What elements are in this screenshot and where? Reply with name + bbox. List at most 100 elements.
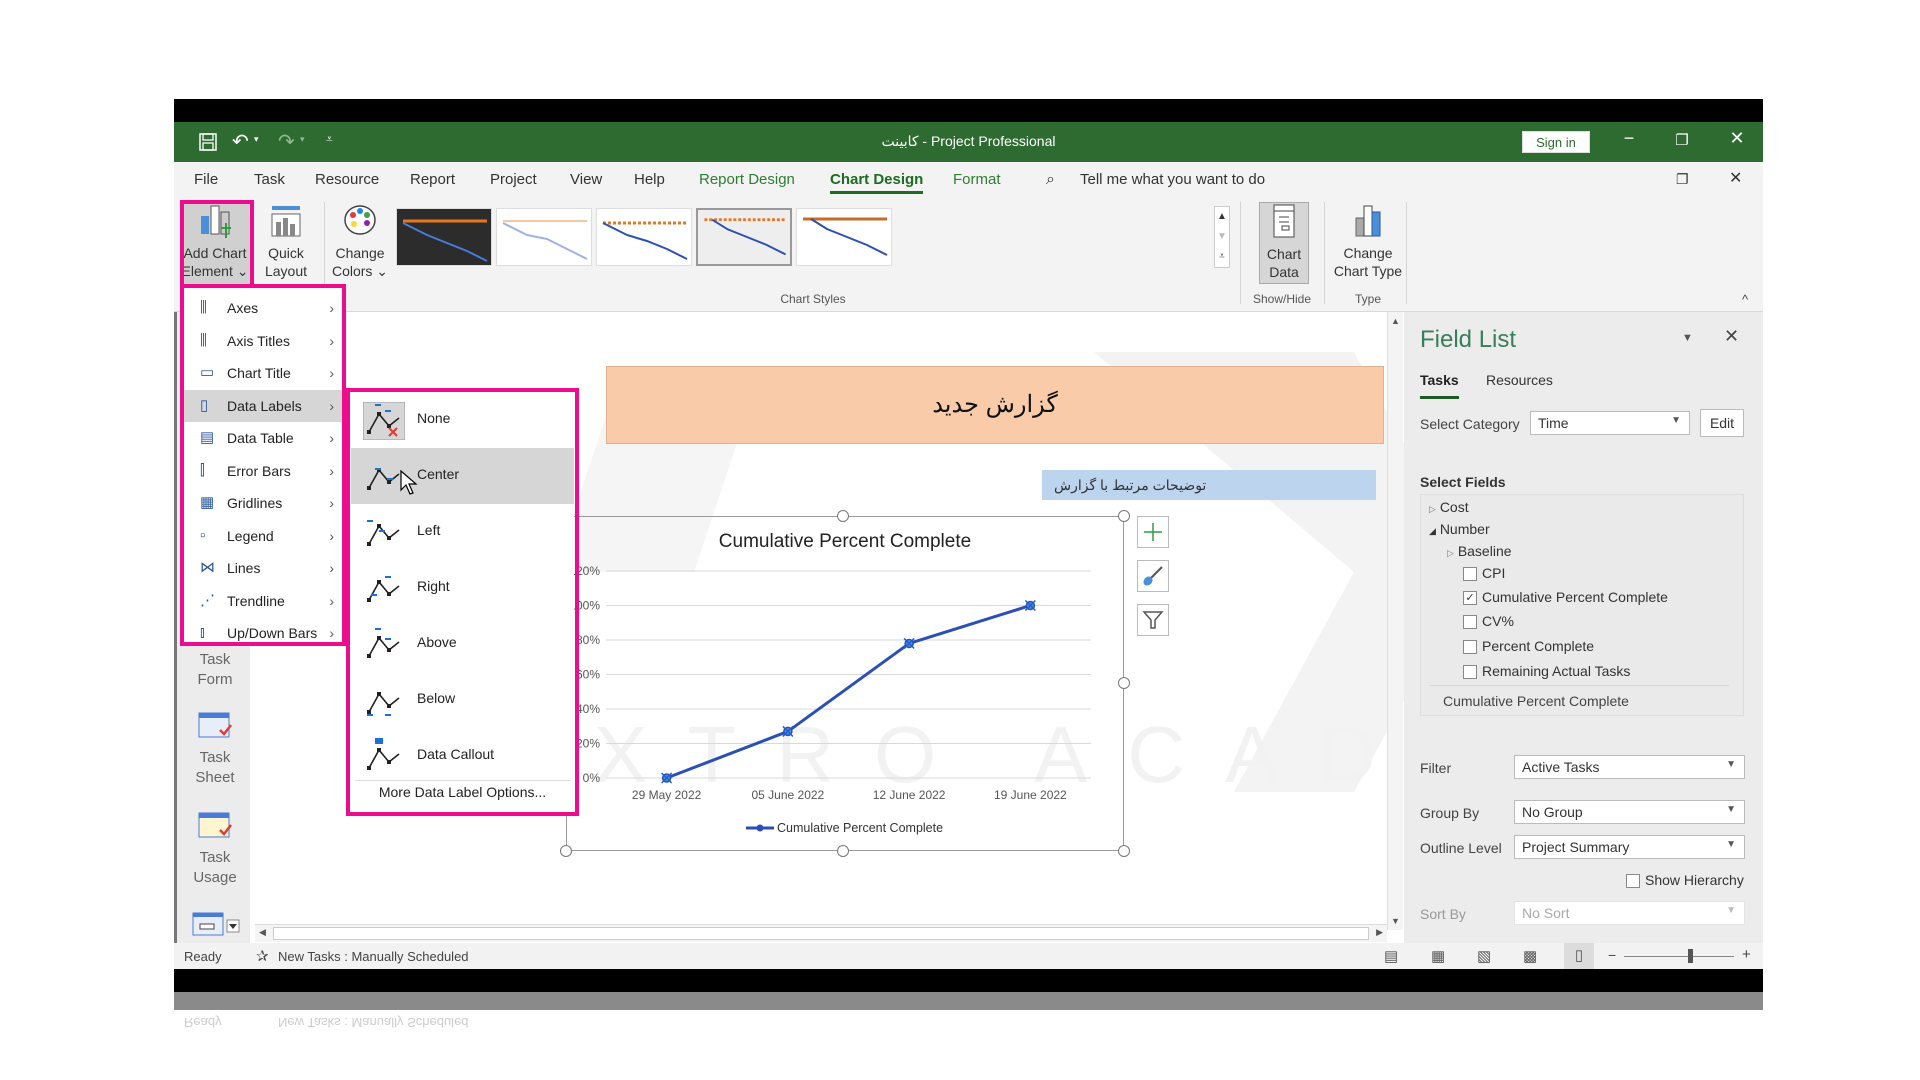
menu-item-lines[interactable]: ⋈ Lines › xyxy=(184,552,344,584)
field-checkbox-cv[interactable]: CV% xyxy=(1463,613,1514,630)
data-point[interactable] xyxy=(782,725,794,737)
tree-item-cost[interactable]: ▷ Cost xyxy=(1429,499,1469,515)
menu-item-gridlines[interactable]: ▦ Gridlines › xyxy=(184,487,344,519)
more-data-label-options[interactable]: More Data Label Options... xyxy=(351,784,574,800)
field-checkbox-percent-complete[interactable]: Percent Complete xyxy=(1463,638,1594,655)
checkbox[interactable] xyxy=(1463,567,1477,582)
tab-tasks[interactable]: Tasks xyxy=(1420,372,1459,399)
tab-report[interactable]: Report xyxy=(410,171,455,188)
tab-project[interactable]: Project xyxy=(490,171,537,188)
select-category-dropdown[interactable]: Time ▼ xyxy=(1530,411,1690,435)
tree-item-baseline[interactable]: ▷ Baseline xyxy=(1447,543,1512,559)
chart-style-3[interactable] xyxy=(596,208,692,266)
data-labels-option-above[interactable]: Above xyxy=(351,616,574,672)
data-labels-option-center[interactable]: Center xyxy=(351,448,574,504)
chart-title[interactable]: Cumulative Percent Complete xyxy=(719,531,971,552)
nav-more-views[interactable] xyxy=(177,910,253,946)
menu-item-data-table[interactable]: ▤ Data Table › xyxy=(184,422,344,454)
nav-task-usage[interactable]: Task Usage xyxy=(177,810,253,888)
data-point[interactable] xyxy=(661,772,673,784)
tab-format[interactable]: Format xyxy=(953,171,1001,188)
tree-item-number[interactable]: ◢ Number xyxy=(1429,521,1490,537)
menu-item-chart-title[interactable]: ▭ Chart Title › xyxy=(184,357,344,389)
chart-style-4-selected[interactable] xyxy=(696,208,792,266)
menu-item-trendline[interactable]: ⋰ Trendline › xyxy=(184,585,344,617)
horizontal-scrollbar[interactable]: ◀ ▶ xyxy=(255,924,1387,942)
legend-label[interactable]: Cumulative Percent Complete xyxy=(777,821,943,835)
data-labels-option-right[interactable]: Right xyxy=(351,560,574,616)
checkbox[interactable] xyxy=(1463,615,1477,630)
data-labels-option-none[interactable]: None xyxy=(351,392,574,448)
scroll-up-icon[interactable]: ▲ xyxy=(1388,316,1403,326)
report-title-banner[interactable]: گزارش جدید xyxy=(606,366,1384,444)
chart-styles-button[interactable] xyxy=(1137,560,1169,592)
chart-style-1[interactable] xyxy=(396,208,492,266)
minimize-button[interactable]: − xyxy=(1614,128,1644,149)
vertical-scrollbar[interactable]: ▲ ▼ xyxy=(1387,312,1403,930)
close-pane-button[interactable]: ✕ xyxy=(1724,326,1739,347)
checkbox[interactable] xyxy=(1463,665,1477,680)
zoom-out-button[interactable]: − xyxy=(1608,947,1616,963)
view-task-usage-icon[interactable]: ▦ xyxy=(1431,947,1445,965)
collapse-ribbon-icon[interactable]: ^ xyxy=(1742,292,1748,307)
gallery-more-icon[interactable]: ⩡ xyxy=(1215,247,1229,267)
field-checkbox-cumulative-percent-complete[interactable]: ✓ Cumulative Percent Complete xyxy=(1463,589,1668,606)
chart-style-2[interactable] xyxy=(496,208,592,266)
zoom-in-button[interactable]: + xyxy=(1742,946,1751,963)
checkbox[interactable] xyxy=(1463,640,1477,655)
tab-file[interactable]: File xyxy=(194,171,218,188)
close-button[interactable]: ✕ xyxy=(1722,128,1752,149)
tab-report-design[interactable]: Report Design xyxy=(699,171,795,188)
menu-item-data-labels[interactable]: ▯ Data Labels › xyxy=(184,389,344,422)
data-labels-option-left[interactable]: Left xyxy=(351,504,574,560)
nav-task-sheet[interactable]: Task Sheet xyxy=(177,710,253,788)
scroll-down-icon[interactable]: ▼ xyxy=(1388,916,1403,926)
chart-data-button[interactable]: Chart Data xyxy=(1259,202,1309,284)
tab-task[interactable]: Task xyxy=(254,171,285,188)
menu-item-axes[interactable]: ⫼ Axes › xyxy=(184,292,344,324)
gallery-scroll[interactable]: ▲ ▼ ⩡ xyxy=(1214,206,1230,268)
edit-button[interactable]: Edit xyxy=(1700,409,1744,437)
data-point[interactable] xyxy=(1024,599,1036,612)
data-point[interactable] xyxy=(903,637,915,649)
zoom-slider-track[interactable] xyxy=(1624,956,1734,957)
quick-layout-button[interactable]: Quick Layout ⌄ xyxy=(258,202,314,297)
chart-elements-button[interactable] xyxy=(1137,516,1169,548)
data-labels-option-below[interactable]: Below xyxy=(351,672,574,728)
tab-view[interactable]: View xyxy=(570,171,602,188)
field-checkbox-cpi[interactable]: CPI xyxy=(1463,565,1505,582)
ribbon-display-options-icon[interactable]: ❐ xyxy=(1676,171,1689,188)
report-subtitle[interactable]: توضیحات مرتبط با گزارش xyxy=(1042,470,1376,500)
field-checkbox-remaining-actual-tasks[interactable]: Remaining Actual Tasks xyxy=(1463,663,1630,680)
change-colors-button[interactable]: Change Colors ⌄ xyxy=(330,202,390,288)
scroll-left-icon[interactable]: ◀ xyxy=(259,927,266,938)
checkbox[interactable] xyxy=(1626,874,1640,889)
pane-options-icon[interactable]: ▼ xyxy=(1682,332,1693,344)
menu-item-legend[interactable]: ▫ Legend › xyxy=(184,520,344,552)
series-line[interactable] xyxy=(666,604,1031,780)
view-report-icon[interactable]: ▯ xyxy=(1564,943,1594,969)
view-resource-sheet-icon[interactable]: ▩ xyxy=(1523,947,1537,965)
tell-me-input[interactable]: Tell me what you want to do xyxy=(1080,171,1265,188)
outline-level-dropdown[interactable]: Project Summary ▼ xyxy=(1514,835,1745,859)
chart-style-5[interactable] xyxy=(796,208,892,266)
checkbox-checked[interactable]: ✓ xyxy=(1463,591,1477,606)
view-team-planner-icon[interactable]: ▧ xyxy=(1477,947,1491,965)
data-labels-option-data-callout[interactable]: Data Callout xyxy=(351,728,574,784)
tab-resource[interactable]: Resource xyxy=(315,171,379,188)
close-document-button[interactable]: ✕ xyxy=(1729,168,1742,188)
gallery-up-icon[interactable]: ▲ xyxy=(1215,207,1229,227)
gallery-down-icon[interactable]: ▼ xyxy=(1215,227,1229,247)
sign-in-button[interactable]: Sign in xyxy=(1522,131,1590,153)
filter-dropdown[interactable]: Active Tasks ▼ xyxy=(1514,755,1745,779)
new-tasks-mode[interactable]: New Tasks : Manually Scheduled xyxy=(278,949,469,964)
search-icon[interactable]: ⌕ xyxy=(1046,171,1055,189)
view-gantt-icon[interactable]: ▤ xyxy=(1384,947,1398,965)
add-chart-element-button[interactable]: Add Chart Element ⌄ xyxy=(180,202,250,288)
group-by-dropdown[interactable]: No Group ▼ xyxy=(1514,800,1745,824)
scroll-thumb[interactable] xyxy=(273,927,1369,940)
line-chart[interactable]: Cumulative Percent Complete 0% 20% 40% 60% 8… xyxy=(566,516,1124,851)
change-chart-type-button[interactable]: Change Chart Type xyxy=(1326,202,1410,284)
menu-item-axis-titles[interactable]: ⫼ Axis Titles › xyxy=(184,325,344,357)
show-hierarchy-checkbox[interactable]: Show Hierarchy xyxy=(1626,872,1744,889)
